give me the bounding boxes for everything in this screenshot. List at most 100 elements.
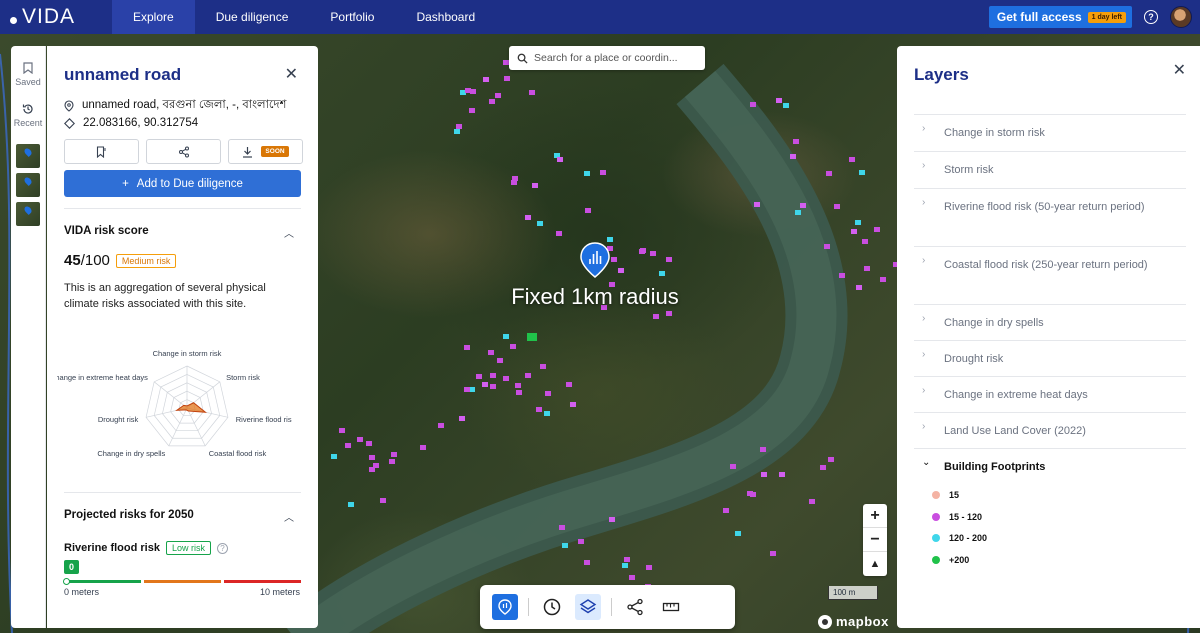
layers-tool-button[interactable]	[575, 594, 601, 620]
history-tool-button[interactable]	[539, 594, 565, 620]
layer-item[interactable]: › Drought risk	[914, 340, 1186, 376]
building-footprint	[510, 179, 517, 185]
building-footprint	[659, 271, 666, 277]
building-footprint	[562, 543, 569, 549]
search-icon	[517, 53, 528, 64]
get-full-access-button[interactable]: Get full access 1 day left	[988, 6, 1132, 28]
building-footprint	[584, 208, 591, 214]
layer-item[interactable]: › Coastal flood risk (250-year return pe…	[914, 246, 1186, 304]
low-risk-badge: Low risk	[165, 541, 211, 555]
building-footprint	[746, 490, 753, 496]
layer-item[interactable]: › Change in storm risk	[914, 114, 1186, 151]
recent-site-thumbnail[interactable]	[16, 173, 40, 197]
building-footprint	[555, 231, 562, 237]
building-footprint	[577, 539, 584, 545]
close-icon[interactable]: ✕	[1173, 60, 1186, 80]
tab-due-diligence[interactable]: Due diligence	[195, 0, 310, 34]
chevron-down-icon: ⌄	[922, 457, 931, 468]
building-footprint	[482, 76, 489, 82]
mapbox-attribution[interactable]: mapbox	[818, 614, 889, 629]
risk-score: 45/100 Medium risk	[64, 252, 177, 269]
draw-tool-button[interactable]	[622, 594, 648, 620]
trial-badge: 1 day left	[1087, 11, 1126, 23]
layer-name: Change in extreme heat days	[944, 389, 1088, 401]
building-footprint	[639, 249, 646, 255]
zoom-out-button[interactable]: −	[863, 528, 887, 552]
legend-item: 15 - 120	[932, 512, 982, 522]
building-footprint	[828, 456, 835, 462]
score-number: 45	[64, 252, 81, 269]
building-footprint	[465, 87, 472, 93]
map-toolbar	[480, 585, 735, 629]
site-actions: SOON	[64, 139, 303, 164]
add-to-due-diligence-button[interactable]: + Add to Due diligence	[64, 170, 301, 197]
collapse-projected-icon[interactable]: ︿	[284, 509, 294, 524]
building-footprint	[527, 333, 537, 341]
building-footprint	[776, 97, 783, 103]
rail-recent-label: Recent	[13, 118, 43, 128]
collapse-risk-score-icon[interactable]: ︿	[284, 225, 294, 240]
building-footprint	[826, 170, 833, 176]
building-footprint	[723, 508, 730, 514]
recent-site-thumbnail[interactable]	[16, 144, 40, 168]
radar-axis-label: Coastal flood risk	[209, 449, 267, 458]
download-button[interactable]: SOON	[228, 139, 303, 164]
building-footprint	[808, 498, 815, 504]
building-footprint	[666, 311, 673, 317]
mapbox-logo-icon	[818, 614, 832, 629]
save-site-button[interactable]	[64, 139, 139, 164]
tab-explore[interactable]: Explore	[112, 0, 195, 34]
building-footprint	[339, 428, 346, 434]
legend-label: 120 - 200	[949, 533, 988, 543]
polygon-draw-icon	[627, 598, 643, 616]
radar-spoke	[168, 407, 188, 446]
building-footprint	[535, 407, 542, 413]
chevron-right-icon: ›	[922, 160, 926, 171]
layer-item[interactable]: › Land Use Land Cover (2022)	[914, 412, 1186, 448]
building-footprint	[380, 497, 387, 503]
building-footprint	[419, 445, 426, 451]
tab-dashboard[interactable]: Dashboard	[395, 0, 496, 34]
recent-site-thumbnail[interactable]	[16, 202, 40, 226]
layer-item[interactable]: › Change in extreme heat days	[914, 376, 1186, 412]
building-footprint	[525, 214, 532, 220]
layer-item-building-footprints[interactable]: ⌄ Building Footprints	[914, 448, 1186, 484]
site-pin-tool-button[interactable]	[492, 594, 518, 620]
building-footprint	[770, 551, 777, 557]
compass-button[interactable]: ▲	[863, 552, 887, 576]
close-icon[interactable]: ✕	[285, 64, 298, 84]
building-footprint	[372, 463, 379, 469]
layer-item[interactable]: › Change in dry spells	[914, 304, 1186, 340]
chevron-right-icon: ›	[922, 313, 926, 324]
help-icon[interactable]: ?	[1144, 10, 1158, 24]
projected-risks-heading: Projected risks for 2050	[64, 509, 194, 521]
share-button[interactable]	[146, 139, 221, 164]
soon-badge: SOON	[261, 146, 289, 157]
vida-logo[interactable]: VIDA	[0, 5, 112, 29]
layers-icon	[579, 599, 597, 614]
site-details-panel: unnamed road ✕ unnamed road, বরগুনা জেলা…	[47, 46, 318, 628]
scale-max-label: 10 meters	[260, 587, 301, 597]
tab-portfolio[interactable]: Portfolio	[309, 0, 395, 34]
zoom-in-button[interactable]: +	[863, 504, 887, 528]
layer-item[interactable]: › Storm risk	[914, 151, 1186, 188]
scale-min-label: 0 meters	[64, 587, 100, 597]
rail-saved-label: Saved	[15, 77, 41, 87]
building-footprint	[464, 344, 471, 350]
site-coordinates: 22.083166, 90.312754	[64, 117, 198, 129]
bookmark-icon	[23, 62, 33, 74]
legend-item: 120 - 200	[932, 533, 987, 543]
rail-recent-button[interactable]: Recent	[13, 103, 43, 128]
search-input[interactable]	[534, 52, 694, 64]
layer-item[interactable]: › Riverine flood risk (50-year return pe…	[914, 188, 1186, 246]
avatar[interactable]	[1170, 6, 1192, 28]
location-pin-icon[interactable]	[580, 242, 610, 278]
logo-dot-icon	[10, 16, 17, 24]
rail-saved-button[interactable]: Saved	[15, 62, 41, 87]
info-icon[interactable]: ?	[217, 542, 228, 554]
radar-value-shape	[175, 402, 207, 413]
measure-tool-button[interactable]	[658, 594, 684, 620]
search-bar[interactable]	[509, 46, 705, 70]
chevron-right-icon: ›	[922, 421, 926, 432]
bookmark-add-icon	[96, 145, 106, 158]
